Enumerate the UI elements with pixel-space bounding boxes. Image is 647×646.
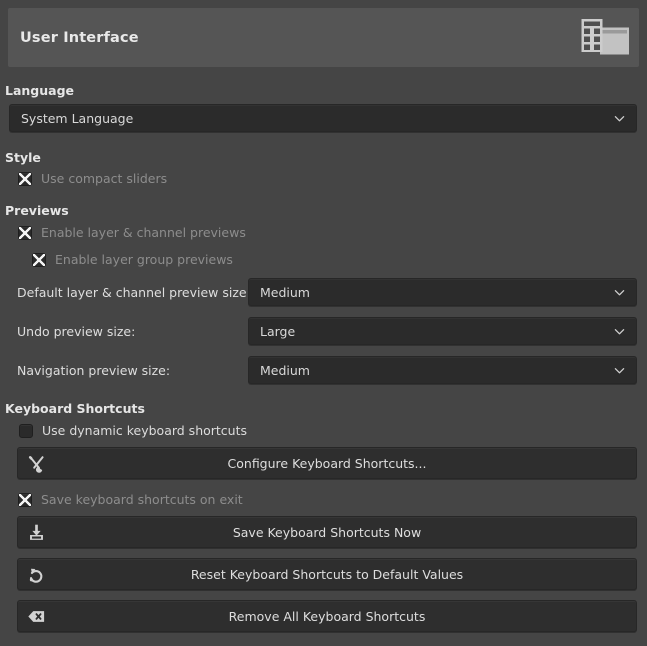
checkbox-use-dynamic-keyboard-shortcuts[interactable]: Use dynamic keyboard shortcuts (19, 423, 247, 438)
chevron-down-icon (614, 287, 625, 298)
default-preview-size-select[interactable]: Medium (248, 278, 637, 306)
remove-all-keyboard-shortcuts-label: Remove All Keyboard Shortcuts (228, 608, 426, 624)
user-interface-icon (575, 14, 633, 64)
backspace-delete-icon (27, 607, 46, 626)
chevron-down-icon (614, 326, 625, 337)
chevron-down-icon (614, 113, 625, 124)
language-select[interactable]: System Language (9, 104, 637, 132)
label-navigation-preview-size: Navigation preview size: (17, 363, 171, 378)
configure-keyboard-shortcuts-button[interactable]: Configure Keyboard Shortcuts... (17, 447, 637, 479)
checkbox-label: Use compact sliders (41, 171, 168, 186)
save-keyboard-shortcuts-now-label: Save Keyboard Shortcuts Now (232, 524, 422, 540)
undo-preview-size-value: Large (260, 323, 296, 339)
checkbox-label: Use dynamic keyboard shortcuts (42, 423, 248, 438)
reset-keyboard-shortcuts-label: Reset Keyboard Shortcuts to Default Valu… (190, 566, 464, 582)
page-title: User Interface (20, 29, 139, 46)
checkbox-save-keyboard-shortcuts-on-exit[interactable]: Save keyboard shortcuts on exit (18, 492, 243, 507)
undo-preview-size-select[interactable]: Large (248, 317, 637, 345)
reset-keyboard-shortcuts-button[interactable]: Reset Keyboard Shortcuts to Default Valu… (17, 558, 637, 590)
section-heading-language: Language (5, 83, 75, 98)
checkbox-indicator[interactable] (19, 423, 33, 438)
default-preview-size-value: Medium (260, 284, 310, 300)
preferences-user-interface-page: User Interface Language System Language (0, 0, 647, 646)
checkbox-enable-layer-group-previews[interactable]: Enable layer group previews (32, 252, 233, 267)
save-keyboard-shortcuts-now-button[interactable]: Save Keyboard Shortcuts Now (17, 516, 637, 548)
checkbox-indicator[interactable] (18, 492, 32, 507)
checkbox-indicator[interactable] (18, 225, 32, 240)
section-heading-keyboard-shortcuts: Keyboard Shortcuts (5, 401, 145, 416)
checkbox-indicator[interactable] (32, 252, 46, 267)
section-heading-style: Style (5, 150, 41, 165)
checkbox-label: Enable layer group previews (55, 252, 233, 267)
section-heading-previews: Previews (5, 203, 69, 218)
tools-icon (27, 454, 46, 473)
label-undo-preview-size: Undo preview size: (17, 324, 136, 339)
checkbox-indicator[interactable] (18, 171, 32, 186)
language-select-value: System Language (21, 110, 134, 126)
checkbox-use-compact-sliders[interactable]: Use compact sliders (18, 171, 167, 186)
reset-icon (27, 565, 46, 584)
chevron-down-icon (614, 365, 625, 376)
checkbox-label: Save keyboard shortcuts on exit (41, 492, 243, 507)
checkbox-enable-layer-channel-previews[interactable]: Enable layer & channel previews (18, 225, 246, 240)
remove-all-keyboard-shortcuts-button[interactable]: Remove All Keyboard Shortcuts (17, 600, 637, 632)
label-default-preview-size: Default layer & channel preview size: (17, 285, 251, 300)
navigation-preview-size-select[interactable]: Medium (248, 356, 637, 384)
save-icon (27, 523, 46, 542)
checkbox-label: Enable layer & channel previews (41, 225, 246, 240)
configure-keyboard-shortcuts-label: Configure Keyboard Shortcuts... (227, 455, 427, 471)
page-header: User Interface (8, 8, 639, 67)
navigation-preview-size-value: Medium (260, 362, 310, 378)
